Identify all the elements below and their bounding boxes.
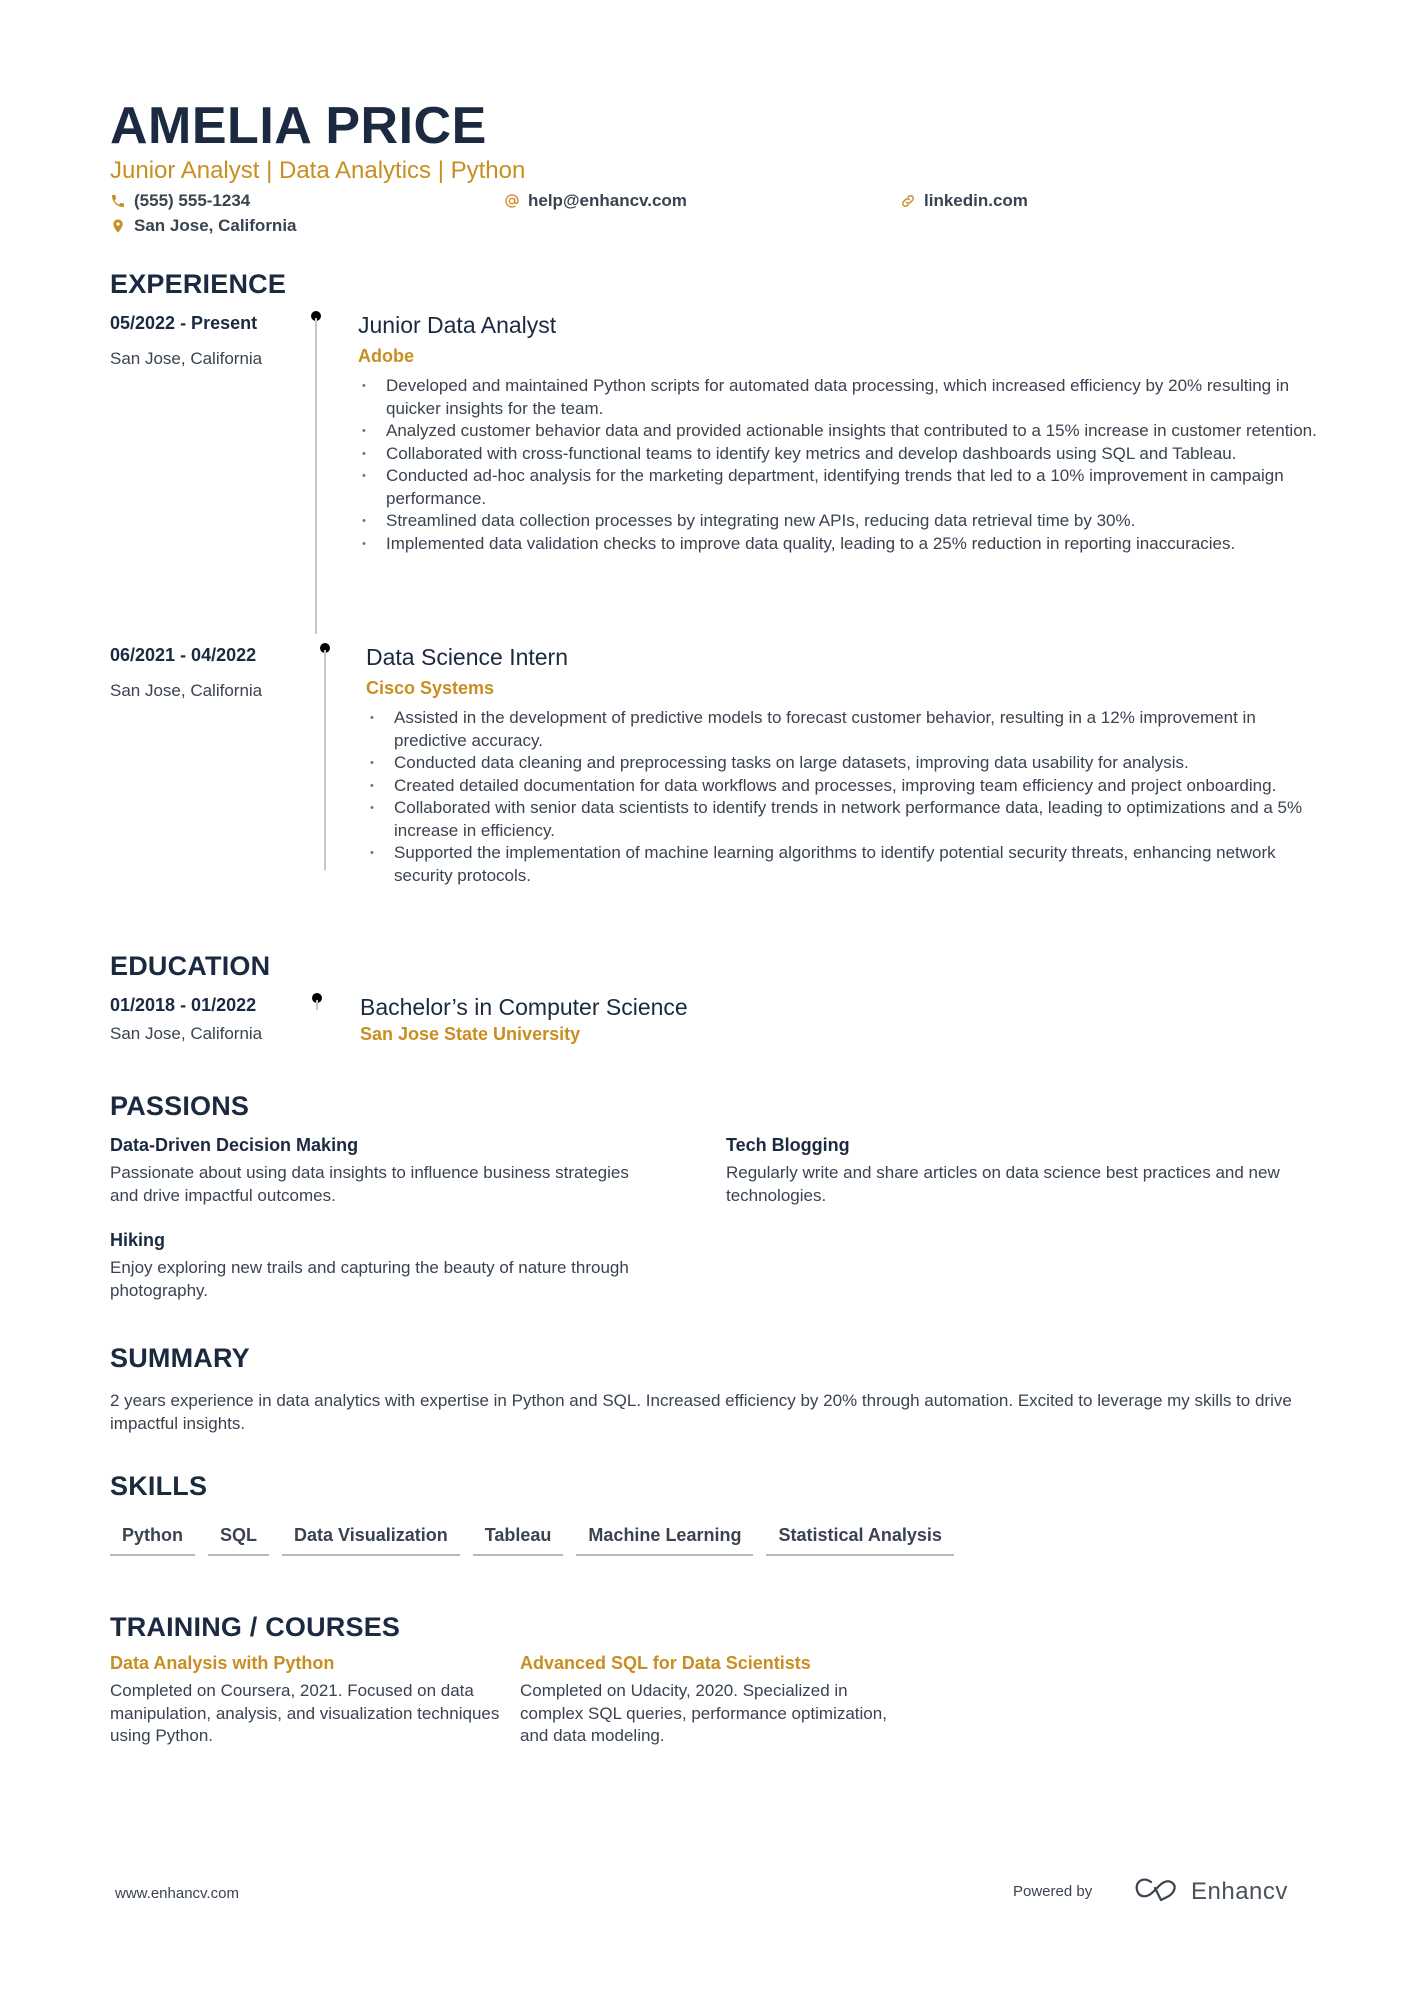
course-2-title: Advanced SQL for Data Scientists	[520, 1653, 811, 1673]
contact-location: San Jose, California	[110, 215, 297, 237]
job-1-company: Adobe	[358, 346, 414, 366]
at-icon	[504, 193, 520, 209]
education-dates: 01/2018 - 01/2022	[110, 995, 257, 1015]
location-pin-icon	[110, 218, 126, 234]
education-degree: Bachelor’s in Computer Science	[360, 994, 688, 1020]
bullet-item: Developed and maintained Python scripts …	[358, 375, 1318, 420]
phone-icon	[110, 193, 126, 209]
job-2-bullets: Assisted in the development of predictiv…	[366, 707, 1318, 887]
passion-3-title: Hiking	[110, 1230, 166, 1250]
enhancv-logo-icon	[1133, 1876, 1181, 1907]
passions-section-title: PASSIONS	[110, 1091, 250, 1121]
job-1-dates: 05/2022 - Present	[110, 313, 258, 333]
experience-section-title: EXPERIENCE	[110, 269, 287, 299]
job-1-location: San Jose, California	[110, 349, 263, 368]
job-2-dates: 06/2021 - 04/2022	[110, 645, 257, 665]
powered-by-label: Powered by	[1013, 1883, 1093, 1900]
timeline-line	[316, 1000, 318, 1010]
contact-email[interactable]: help@enhancv.com	[504, 190, 687, 212]
bullet-item: Created detailed documentation for data …	[366, 775, 1318, 798]
job-2-role: Data Science Intern	[366, 644, 569, 670]
skill-tag: Machine Learning	[576, 1520, 754, 1556]
skill-tag: Python	[110, 1520, 195, 1556]
bullet-item: Collaborated with senior data scientists…	[366, 797, 1318, 842]
skills-section-title: SKILLS	[110, 1471, 208, 1501]
location-text: San Jose, California	[134, 216, 297, 235]
skill-tag: SQL	[208, 1520, 270, 1556]
timeline-line	[324, 650, 326, 870]
job-2-location: San Jose, California	[110, 681, 263, 700]
linkedin-text[interactable]: linkedin.com	[924, 190, 1028, 212]
job-2-company: Cisco Systems	[366, 678, 495, 698]
contact-linkedin[interactable]: linkedin.com	[900, 190, 1028, 212]
passion-2-description: Regularly write and share articles on da…	[726, 1163, 1280, 1205]
resume-page: AMELIA PRICE Junior Analyst | Data Analy…	[0, 0, 1410, 1995]
education-school: San Jose State University	[360, 1024, 581, 1044]
job-1-role: Junior Data Analyst	[358, 312, 557, 338]
education-section-title: EDUCATION	[110, 951, 271, 981]
timeline-line	[315, 318, 317, 634]
bullet-item: Implemented data validation checks to im…	[358, 533, 1318, 556]
course-1-description: Completed on Coursera, 2021. Focused on …	[110, 1681, 500, 1745]
course-1-title: Data Analysis with Python	[110, 1653, 335, 1673]
education-location: San Jose, California	[110, 1024, 263, 1043]
link-icon	[900, 193, 916, 209]
bullet-item: Supported the implementation of machine …	[366, 842, 1318, 887]
phone-text: (555) 555-1234	[134, 191, 251, 210]
footer-website-link[interactable]: www.enhancv.com	[115, 1885, 239, 1902]
bullet-item: Conducted ad-hoc analysis for the market…	[358, 465, 1318, 510]
passion-2-title: Tech Blogging	[726, 1135, 850, 1155]
contact-phone: (555) 555-1234	[110, 190, 250, 212]
passion-1-description: Passionate about using data insights to …	[110, 1163, 629, 1205]
bullet-item: Conducted data cleaning and preprocessin…	[366, 752, 1318, 775]
bullet-item: Assisted in the development of predictiv…	[366, 707, 1318, 752]
summary-text: 2 years experience in data analytics wit…	[110, 1391, 1292, 1433]
passion-1-title: Data-Driven Decision Making	[110, 1135, 359, 1155]
candidate-headline: Junior Analyst | Data Analytics | Python	[110, 157, 526, 184]
bullet-item: Streamlined data collection processes by…	[358, 510, 1318, 533]
skill-tag: Data Visualization	[282, 1520, 460, 1556]
bullet-item: Collaborated with cross-functional teams…	[358, 443, 1318, 466]
enhancv-brand[interactable]: Enhancv	[1133, 1876, 1288, 1907]
bullet-item: Analyzed customer behavior data and prov…	[358, 420, 1318, 443]
enhancv-brand-text: Enhancv	[1191, 1877, 1288, 1905]
skill-tag: Statistical Analysis	[766, 1520, 954, 1556]
email-text[interactable]: help@enhancv.com	[528, 190, 687, 212]
course-2-description: Completed on Udacity, 2020. Specialized …	[520, 1681, 887, 1745]
summary-section-title: SUMMARY	[110, 1343, 250, 1373]
passion-3-description: Enjoy exploring new trails and capturing…	[110, 1258, 629, 1300]
job-1-bullets: Developed and maintained Python scripts …	[358, 375, 1318, 555]
candidate-name: AMELIA PRICE	[110, 97, 487, 155]
skills-list: Python SQL Data Visualization Tableau Ma…	[110, 1520, 954, 1556]
training-section-title: TRAINING / COURSES	[110, 1612, 401, 1642]
skill-tag: Tableau	[472, 1520, 564, 1556]
